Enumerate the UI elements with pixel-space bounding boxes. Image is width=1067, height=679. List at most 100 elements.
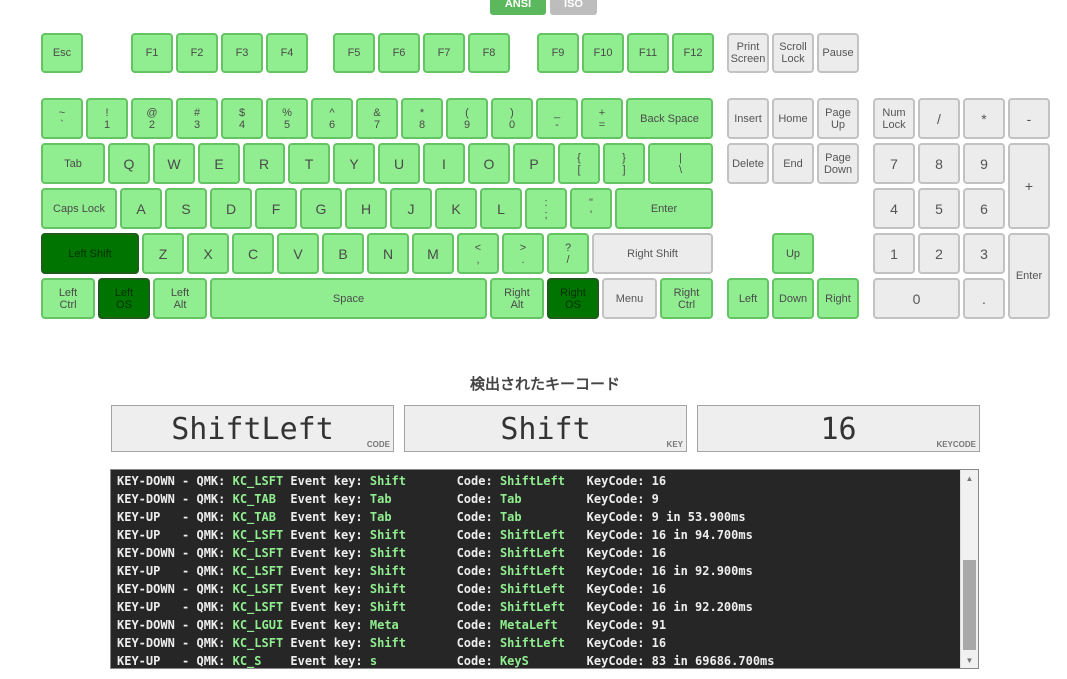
- key-t[interactable]: T: [288, 143, 330, 184]
- key-num-divide[interactable]: /: [918, 98, 960, 139]
- key-8[interactable]: * 8: [401, 98, 443, 139]
- key-f[interactable]: F: [255, 188, 297, 229]
- key-s[interactable]: S: [165, 188, 207, 229]
- key-print-screen[interactable]: Print Screen: [727, 33, 769, 73]
- key-f12[interactable]: F12: [672, 33, 714, 73]
- key-d[interactable]: D: [210, 188, 252, 229]
- key-left-bracket[interactable]: { [: [558, 143, 600, 184]
- key-m[interactable]: M: [412, 233, 454, 274]
- key-period[interactable]: > .: [502, 233, 544, 274]
- key-f4[interactable]: F4: [266, 33, 308, 73]
- key-equal[interactable]: + =: [581, 98, 623, 139]
- key-backslash[interactable]: | \: [648, 143, 713, 184]
- key-tab[interactable]: Tab: [41, 143, 105, 184]
- key-right-bracket[interactable]: } ]: [603, 143, 645, 184]
- key-3[interactable]: # 3: [176, 98, 218, 139]
- key-quote[interactable]: " ': [570, 188, 612, 229]
- key-f2[interactable]: F2: [176, 33, 218, 73]
- key-f8[interactable]: F8: [468, 33, 510, 73]
- key-5[interactable]: % 5: [266, 98, 308, 139]
- key-p[interactable]: P: [513, 143, 555, 184]
- key-f3[interactable]: F3: [221, 33, 263, 73]
- key-left-os[interactable]: Left OS: [98, 278, 150, 319]
- key-right-alt[interactable]: Right Alt: [490, 278, 544, 319]
- key-b[interactable]: B: [322, 233, 364, 274]
- key-0[interactable]: ) 0: [491, 98, 533, 139]
- key-f5[interactable]: F5: [333, 33, 375, 73]
- key-r[interactable]: R: [243, 143, 285, 184]
- scroll-up-arrow-icon[interactable]: ▲: [961, 470, 978, 486]
- key-f7[interactable]: F7: [423, 33, 465, 73]
- scroll-down-arrow-icon[interactable]: ▼: [961, 652, 978, 668]
- key-num-6[interactable]: 6: [963, 188, 1005, 229]
- key-v[interactable]: V: [277, 233, 319, 274]
- key-backtick[interactable]: ~ `: [41, 98, 83, 139]
- key-num-3[interactable]: 3: [963, 233, 1005, 274]
- key-q[interactable]: Q: [108, 143, 150, 184]
- key-page-up[interactable]: Page Up: [817, 98, 859, 139]
- key-num-lock[interactable]: Num Lock: [873, 98, 915, 139]
- scroll-thumb[interactable]: [963, 560, 976, 650]
- key-page-down[interactable]: Page Down: [817, 143, 859, 184]
- key-num-0[interactable]: 0: [873, 278, 960, 319]
- key-num-2[interactable]: 2: [918, 233, 960, 274]
- key-f10[interactable]: F10: [582, 33, 624, 73]
- key-backspace[interactable]: Back Space: [626, 98, 713, 139]
- key-e[interactable]: E: [198, 143, 240, 184]
- key-y[interactable]: Y: [333, 143, 375, 184]
- key-right[interactable]: Right: [817, 278, 859, 319]
- key-right-ctrl[interactable]: Right Ctrl: [660, 278, 713, 319]
- key-num-plus[interactable]: +: [1008, 143, 1050, 229]
- key-1[interactable]: ! 1: [86, 98, 128, 139]
- key-4[interactable]: $ 4: [221, 98, 263, 139]
- key-num-decimal[interactable]: .: [963, 278, 1005, 319]
- key-menu[interactable]: Menu: [602, 278, 657, 319]
- key-caps-lock[interactable]: Caps Lock: [41, 188, 117, 229]
- key-home[interactable]: Home: [772, 98, 814, 139]
- key-left-alt[interactable]: Left Alt: [153, 278, 207, 319]
- key-comma[interactable]: < ,: [457, 233, 499, 274]
- key-7[interactable]: & 7: [356, 98, 398, 139]
- key-slash[interactable]: ? /: [547, 233, 589, 274]
- key-num-multiply[interactable]: *: [963, 98, 1005, 139]
- key-enter[interactable]: Enter: [615, 188, 713, 229]
- key-h[interactable]: H: [345, 188, 387, 229]
- key-l[interactable]: L: [480, 188, 522, 229]
- key-x[interactable]: X: [187, 233, 229, 274]
- key-z[interactable]: Z: [142, 233, 184, 274]
- key-semicolon[interactable]: : ;: [525, 188, 567, 229]
- key-f9[interactable]: F9: [537, 33, 579, 73]
- key-right-shift[interactable]: Right Shift: [592, 233, 713, 274]
- key-insert[interactable]: Insert: [727, 98, 769, 139]
- key-esc[interactable]: Esc: [41, 33, 83, 73]
- key-c[interactable]: C: [232, 233, 274, 274]
- key-n[interactable]: N: [367, 233, 409, 274]
- event-log[interactable]: KEY-DOWN - QMK: KC_LSFT Event key: Shift…: [110, 469, 979, 669]
- key-k[interactable]: K: [435, 188, 477, 229]
- key-o[interactable]: O: [468, 143, 510, 184]
- key-delete[interactable]: Delete: [727, 143, 769, 184]
- key-left-ctrl[interactable]: Left Ctrl: [41, 278, 95, 319]
- key-up[interactable]: Up: [772, 233, 814, 274]
- key-num-9[interactable]: 9: [963, 143, 1005, 184]
- key-left[interactable]: Left: [727, 278, 769, 319]
- key-w[interactable]: W: [153, 143, 195, 184]
- key-num-5[interactable]: 5: [918, 188, 960, 229]
- key-a[interactable]: A: [120, 188, 162, 229]
- key-minus[interactable]: _ -: [536, 98, 578, 139]
- key-g[interactable]: G: [300, 188, 342, 229]
- key-down[interactable]: Down: [772, 278, 814, 319]
- key-f11[interactable]: F11: [627, 33, 669, 73]
- key-space[interactable]: Space: [210, 278, 487, 319]
- key-6[interactable]: ^ 6: [311, 98, 353, 139]
- key-9[interactable]: ( 9: [446, 98, 488, 139]
- key-left-shift[interactable]: Left Shift: [41, 233, 139, 274]
- key-num-7[interactable]: 7: [873, 143, 915, 184]
- key-f1[interactable]: F1: [131, 33, 173, 73]
- key-num-enter[interactable]: Enter: [1008, 233, 1050, 319]
- key-num-4[interactable]: 4: [873, 188, 915, 229]
- key-right-os[interactable]: Right OS: [547, 278, 599, 319]
- key-num-1[interactable]: 1: [873, 233, 915, 274]
- key-j[interactable]: J: [390, 188, 432, 229]
- key-u[interactable]: U: [378, 143, 420, 184]
